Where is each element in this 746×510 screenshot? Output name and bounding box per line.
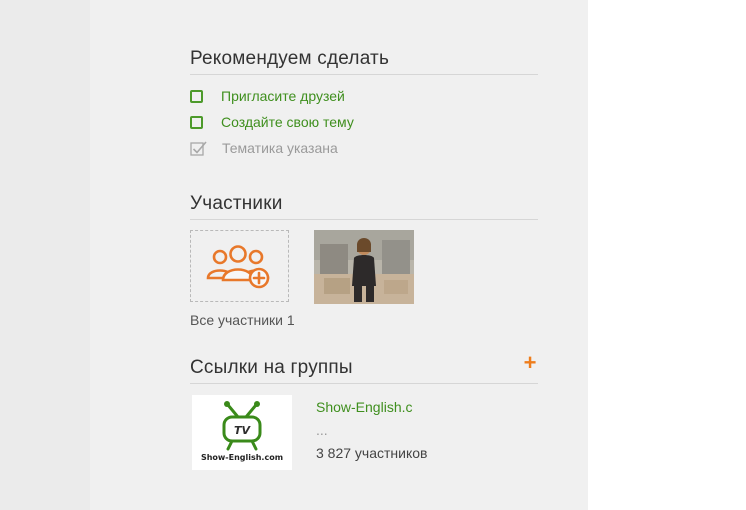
checkmark-box-icon bbox=[190, 141, 207, 156]
tv-logo-icon: TV Show-English.com bbox=[192, 395, 292, 470]
right-sidebar-panel: Рекомендуем сделать Пригласите друзей Со… bbox=[190, 0, 540, 510]
right-gutter bbox=[588, 0, 746, 510]
group-logo-tv-text: TV bbox=[234, 424, 252, 437]
todo-invite-friends-label[interactable]: Пригласите друзей bbox=[221, 88, 345, 104]
all-members-link[interactable]: Все участники 1 bbox=[190, 312, 295, 328]
group-logo[interactable]: TV Show-English.com bbox=[192, 395, 292, 470]
recommend-title: Рекомендуем сделать bbox=[190, 48, 390, 69]
member-photo-image bbox=[314, 230, 414, 304]
member-avatar[interactable] bbox=[314, 230, 414, 304]
todo-checkbox[interactable] bbox=[190, 115, 203, 129]
add-users-icon bbox=[206, 245, 269, 289]
members-title: Участники bbox=[190, 193, 283, 214]
recommend-divider bbox=[190, 74, 538, 75]
add-member-button[interactable] bbox=[190, 230, 289, 302]
group-member-count: 3 827 участников bbox=[316, 445, 428, 461]
todo-create-topic-label[interactable]: Создайте свою тему bbox=[221, 114, 354, 130]
add-group-link-button[interactable]: + bbox=[520, 352, 540, 374]
group-name-link[interactable]: Show-English.c bbox=[316, 399, 413, 415]
todo-create-topic[interactable]: Создайте свою тему bbox=[190, 112, 354, 132]
todo-checkbox[interactable] bbox=[190, 89, 203, 103]
groups-divider bbox=[190, 383, 538, 384]
left-gutter bbox=[0, 0, 90, 510]
group-logo-caption: Show-English.com bbox=[201, 453, 283, 462]
groups-title: Ссылки на группы bbox=[190, 357, 353, 378]
todo-topic-set: Тематика указана bbox=[190, 138, 338, 158]
group-description: ... bbox=[316, 422, 328, 438]
todo-topic-set-label: Тематика указана bbox=[222, 140, 338, 156]
members-divider bbox=[190, 219, 538, 220]
todo-invite-friends[interactable]: Пригласите друзей bbox=[190, 86, 345, 106]
